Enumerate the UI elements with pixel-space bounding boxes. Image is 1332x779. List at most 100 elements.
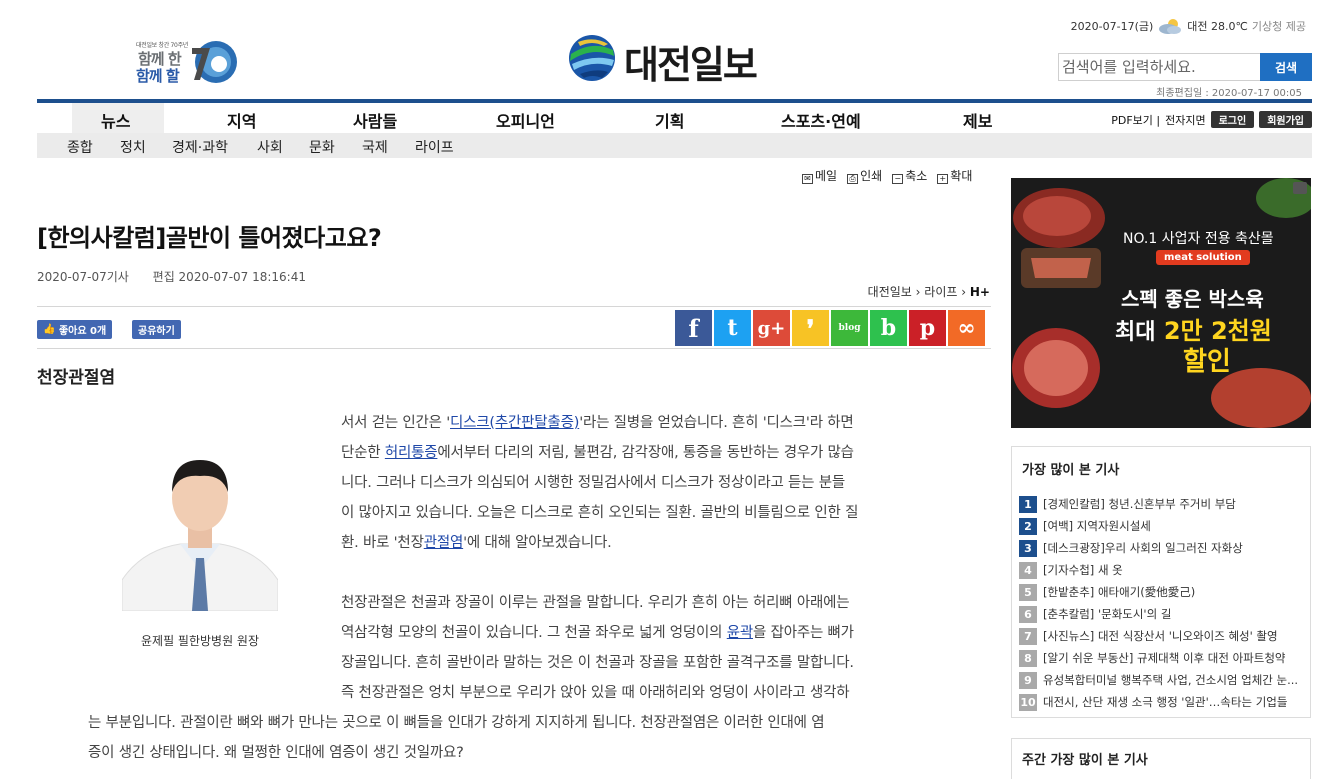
list-item[interactable]: 7 [사진뉴스] 대전 식장산서 '니오와이즈 혜성' 촬영 <box>1019 625 1309 647</box>
breadcrumb: 대전일보 › 라이프 › H+ <box>868 283 990 300</box>
nav-item-planning[interactable]: 기획 <box>655 108 684 132</box>
rank-badge: 8 <box>1019 649 1037 667</box>
nav-item-news[interactable]: 뉴스 <box>101 108 130 132</box>
breadcrumb-current[interactable]: H+ <box>970 285 990 299</box>
paragraph-line: 즉 천장관절은 엉치 부분으로 우리가 앉아 있을 때 아래허리와 엉덩이 사이… <box>341 685 850 701</box>
list-item-title[interactable]: 대전시, 산단 재생 소극 행정 '일관'…속타는 기업들 <box>1043 694 1305 710</box>
list-item-title[interactable]: [여백] 지역자원시설세 <box>1043 518 1305 534</box>
breadcrumb-home[interactable]: 대전일보 <box>868 285 912 299</box>
login-button[interactable]: 로그인 <box>1210 111 1255 128</box>
paragraph-line: 천장관절은 천골과 장골이 이루는 관절을 말합니다. 우리가 흔히 아는 허리… <box>341 595 850 611</box>
text-segment: 서서 걷는 인간은 ' <box>341 415 450 431</box>
photo-caption: 윤제필 필한방병원 원장 <box>140 634 260 648</box>
list-item-title[interactable]: [사진뉴스] 대전 식장산서 '니오와이즈 혜성' 촬영 <box>1043 628 1305 644</box>
text-segment: 을 잡아주는 뼈가 <box>753 625 854 641</box>
paragraph-line: 는 부분입니다. 관절이란 뼈와 뼈가 만나는 곳으로 이 뼈들을 인대가 강하… <box>88 715 825 731</box>
nav-item-people[interactable]: 사람들 <box>353 108 397 132</box>
list-item[interactable]: 4 [기자수첩] 새 옷 <box>1019 559 1309 581</box>
paragraph-line: 단순한 허리통증에서부터 다리의 저림, 불편감, 감각장애, 통증을 동반하는… <box>341 438 943 468</box>
search-input[interactable] <box>1058 53 1260 81</box>
article-paragraph-1: 서서 걷는 인간은 '디스크(추간판탈출증)'라는 질병을 얻었습니다. 흔히 … <box>341 408 943 558</box>
list-item[interactable]: 5 [한밭춘추] 애타애기(愛他愛己) <box>1019 581 1309 603</box>
naver-blog-icon[interactable]: blog <box>831 310 868 346</box>
ad-info-icon[interactable] <box>1293 182 1307 194</box>
pdf-link[interactable]: PDF보기 | <box>1111 112 1160 128</box>
link-copy-icon[interactable]: ∞ <box>948 310 985 346</box>
band-icon[interactable]: b <box>870 310 907 346</box>
article-paragraph-2: 천장관절은 천골과 장골이 이루는 관절을 말합니다. 우리가 흔히 아는 허리… <box>341 588 943 708</box>
breadcrumb-section[interactable]: 라이프 <box>924 285 957 299</box>
kakaostory-icon[interactable]: ❜ <box>792 310 829 346</box>
ad-line3-prefix: 최대 <box>1115 320 1156 345</box>
keyword-link[interactable]: 디스크(추간판탈출증) <box>450 415 579 431</box>
plus-icon: + <box>937 174 949 184</box>
paragraph-line: 니다. 그러나 디스크가 의심되어 시행한 정밀검사에서 디스크가 정상이라고 … <box>341 475 845 491</box>
mail-label: 메일 <box>815 169 838 183</box>
list-item-title[interactable]: [데스크광장]우리 사회의 일그러진 자화상 <box>1043 540 1305 556</box>
keyword-link[interactable]: 허리통증 <box>385 445 438 461</box>
subnav-culture[interactable]: 문화 <box>309 137 335 157</box>
print-button[interactable]: ⎙ 인쇄 <box>847 167 882 184</box>
chevron-right-icon: › <box>961 285 967 299</box>
enlarge-label: 확대 <box>950 169 973 183</box>
list-item-title[interactable]: [경제인칼럼] 청년.신혼부부 주거비 부담 <box>1043 496 1305 512</box>
anniversary-logo[interactable]: 대전일보 창간 70주년 함께 한 함께 할 <box>136 38 240 86</box>
keyword-link[interactable]: 윤곽 <box>727 625 753 641</box>
article-tools: ✉ 메일 ⎙ 인쇄 − 축소 + 확대 <box>802 167 972 184</box>
epaper-link[interactable]: 전자지면 <box>1165 112 1205 128</box>
share-buttons: f t g+ ❜ blog b p ∞ <box>675 310 985 346</box>
facebook-share-button[interactable]: 공유하기 <box>132 320 181 339</box>
join-button[interactable]: 회원가입 <box>1259 111 1312 128</box>
list-item[interactable]: 1 [경제인칼럼] 청년.신혼부부 주거비 부담 <box>1019 493 1309 515</box>
subnav-general[interactable]: 종합 <box>67 137 93 157</box>
nav-item-region[interactable]: 지역 <box>227 108 256 132</box>
article-edited: 편집 2020-07-07 18:16:41 <box>152 270 306 284</box>
list-item-title[interactable]: [춘추칼럼] '문화도시'의 길 <box>1043 606 1305 622</box>
text-segment: 역삼각형 모양의 천골이 있습니다. 그 천골 좌우로 넓게 엉덩이의 <box>341 625 727 641</box>
keyword-link[interactable]: 관절염 <box>424 535 464 551</box>
list-item-title[interactable]: [한밭춘추] 애타애기(愛他愛己) <box>1043 584 1305 600</box>
subnav-life[interactable]: 라이프 <box>415 137 454 157</box>
chevron-right-icon: › <box>915 285 921 299</box>
text-segment: '에 대해 알아보겠습니다. <box>463 535 612 551</box>
rank-badge: 9 <box>1019 671 1037 689</box>
nav-item-sports[interactable]: 스포츠·연예 <box>781 108 861 132</box>
weather-source: 기상청 제공 <box>1251 20 1306 33</box>
nav-item-opinion[interactable]: 오피니언 <box>496 108 555 132</box>
weekly-most-read-title: 주간 가장 많이 본 기사 <box>1022 753 1148 768</box>
mail-button[interactable]: ✉ 메일 <box>802 167 837 184</box>
paragraph-line: 이 많아지고 있습니다. 오늘은 디스크로 흔히 오인되는 질환. 골반의 비틀… <box>341 505 859 521</box>
list-item[interactable]: 10 대전시, 산단 재생 소극 행정 '일관'…속타는 기업들 <box>1019 691 1309 713</box>
shrink-font-button[interactable]: − 축소 <box>892 167 927 184</box>
list-item-title[interactable]: [기자수첩] 새 옷 <box>1043 562 1305 578</box>
subnav-society[interactable]: 사회 <box>257 137 283 157</box>
list-item[interactable]: 9 유성복합터미널 행복주택 사업, 건소시엄 업체간 눈... <box>1019 669 1309 691</box>
subnav-politics[interactable]: 정치 <box>120 137 146 157</box>
paragraph-line: 서서 걷는 인간은 '디스크(추간판탈출증)'라는 질병을 얻었습니다. 흔히 … <box>341 408 943 438</box>
rank-badge: 2 <box>1019 517 1037 535</box>
enlarge-font-button[interactable]: + 확대 <box>937 167 972 184</box>
ad-tag: meat solution <box>1156 250 1250 265</box>
list-item[interactable]: 6 [춘추칼럼] '문화도시'의 길 <box>1019 603 1309 625</box>
search-button[interactable]: 검색 <box>1260 53 1312 81</box>
nav-item-report[interactable]: 제보 <box>963 108 992 132</box>
text-segment: 환. 바로 '천장 <box>341 535 424 551</box>
facebook-icon[interactable]: f <box>675 310 712 346</box>
site-logo-text: 대전일보 <box>624 43 758 87</box>
most-read-box: 가장 많이 본 기사 1 [경제인칼럼] 청년.신혼부부 주거비 부담 2 [여백]… <box>1011 446 1311 718</box>
twitter-icon[interactable]: t <box>714 310 751 346</box>
list-item[interactable]: 2 [여백] 지역자원시설세 <box>1019 515 1309 537</box>
article-subheading: 천장관절염 <box>37 368 116 388</box>
list-item-title[interactable]: 유성복합터미널 행복주택 사업, 건소시엄 업체간 눈... <box>1043 672 1305 688</box>
subnav-economy[interactable]: 경제·과학 <box>172 137 228 157</box>
pinterest-icon[interactable]: p <box>909 310 946 346</box>
list-item[interactable]: 8 [알기 쉬운 부동산] 규제대책 이후 대전 아파트청약 <box>1019 647 1309 669</box>
facebook-like-button[interactable]: 👍 좋아요 0개 <box>37 320 113 339</box>
list-item[interactable]: 3 [데스크광장]우리 사회의 일그러진 자화상 <box>1019 537 1309 559</box>
subnav-world[interactable]: 국제 <box>362 137 388 157</box>
googleplus-icon[interactable]: g+ <box>753 310 790 346</box>
list-item-title[interactable]: [알기 쉬운 부동산] 규제대책 이후 대전 아파트청약 <box>1043 650 1305 666</box>
meat-ad-banner[interactable]: NO.1 사업자 전용 축산몰 meat solution 스펙 좋은 박스육 … <box>1011 178 1311 428</box>
weekly-most-read-box: 주간 가장 많이 본 기사 <box>1011 738 1311 779</box>
site-logo[interactable]: 대전일보 <box>568 32 788 87</box>
